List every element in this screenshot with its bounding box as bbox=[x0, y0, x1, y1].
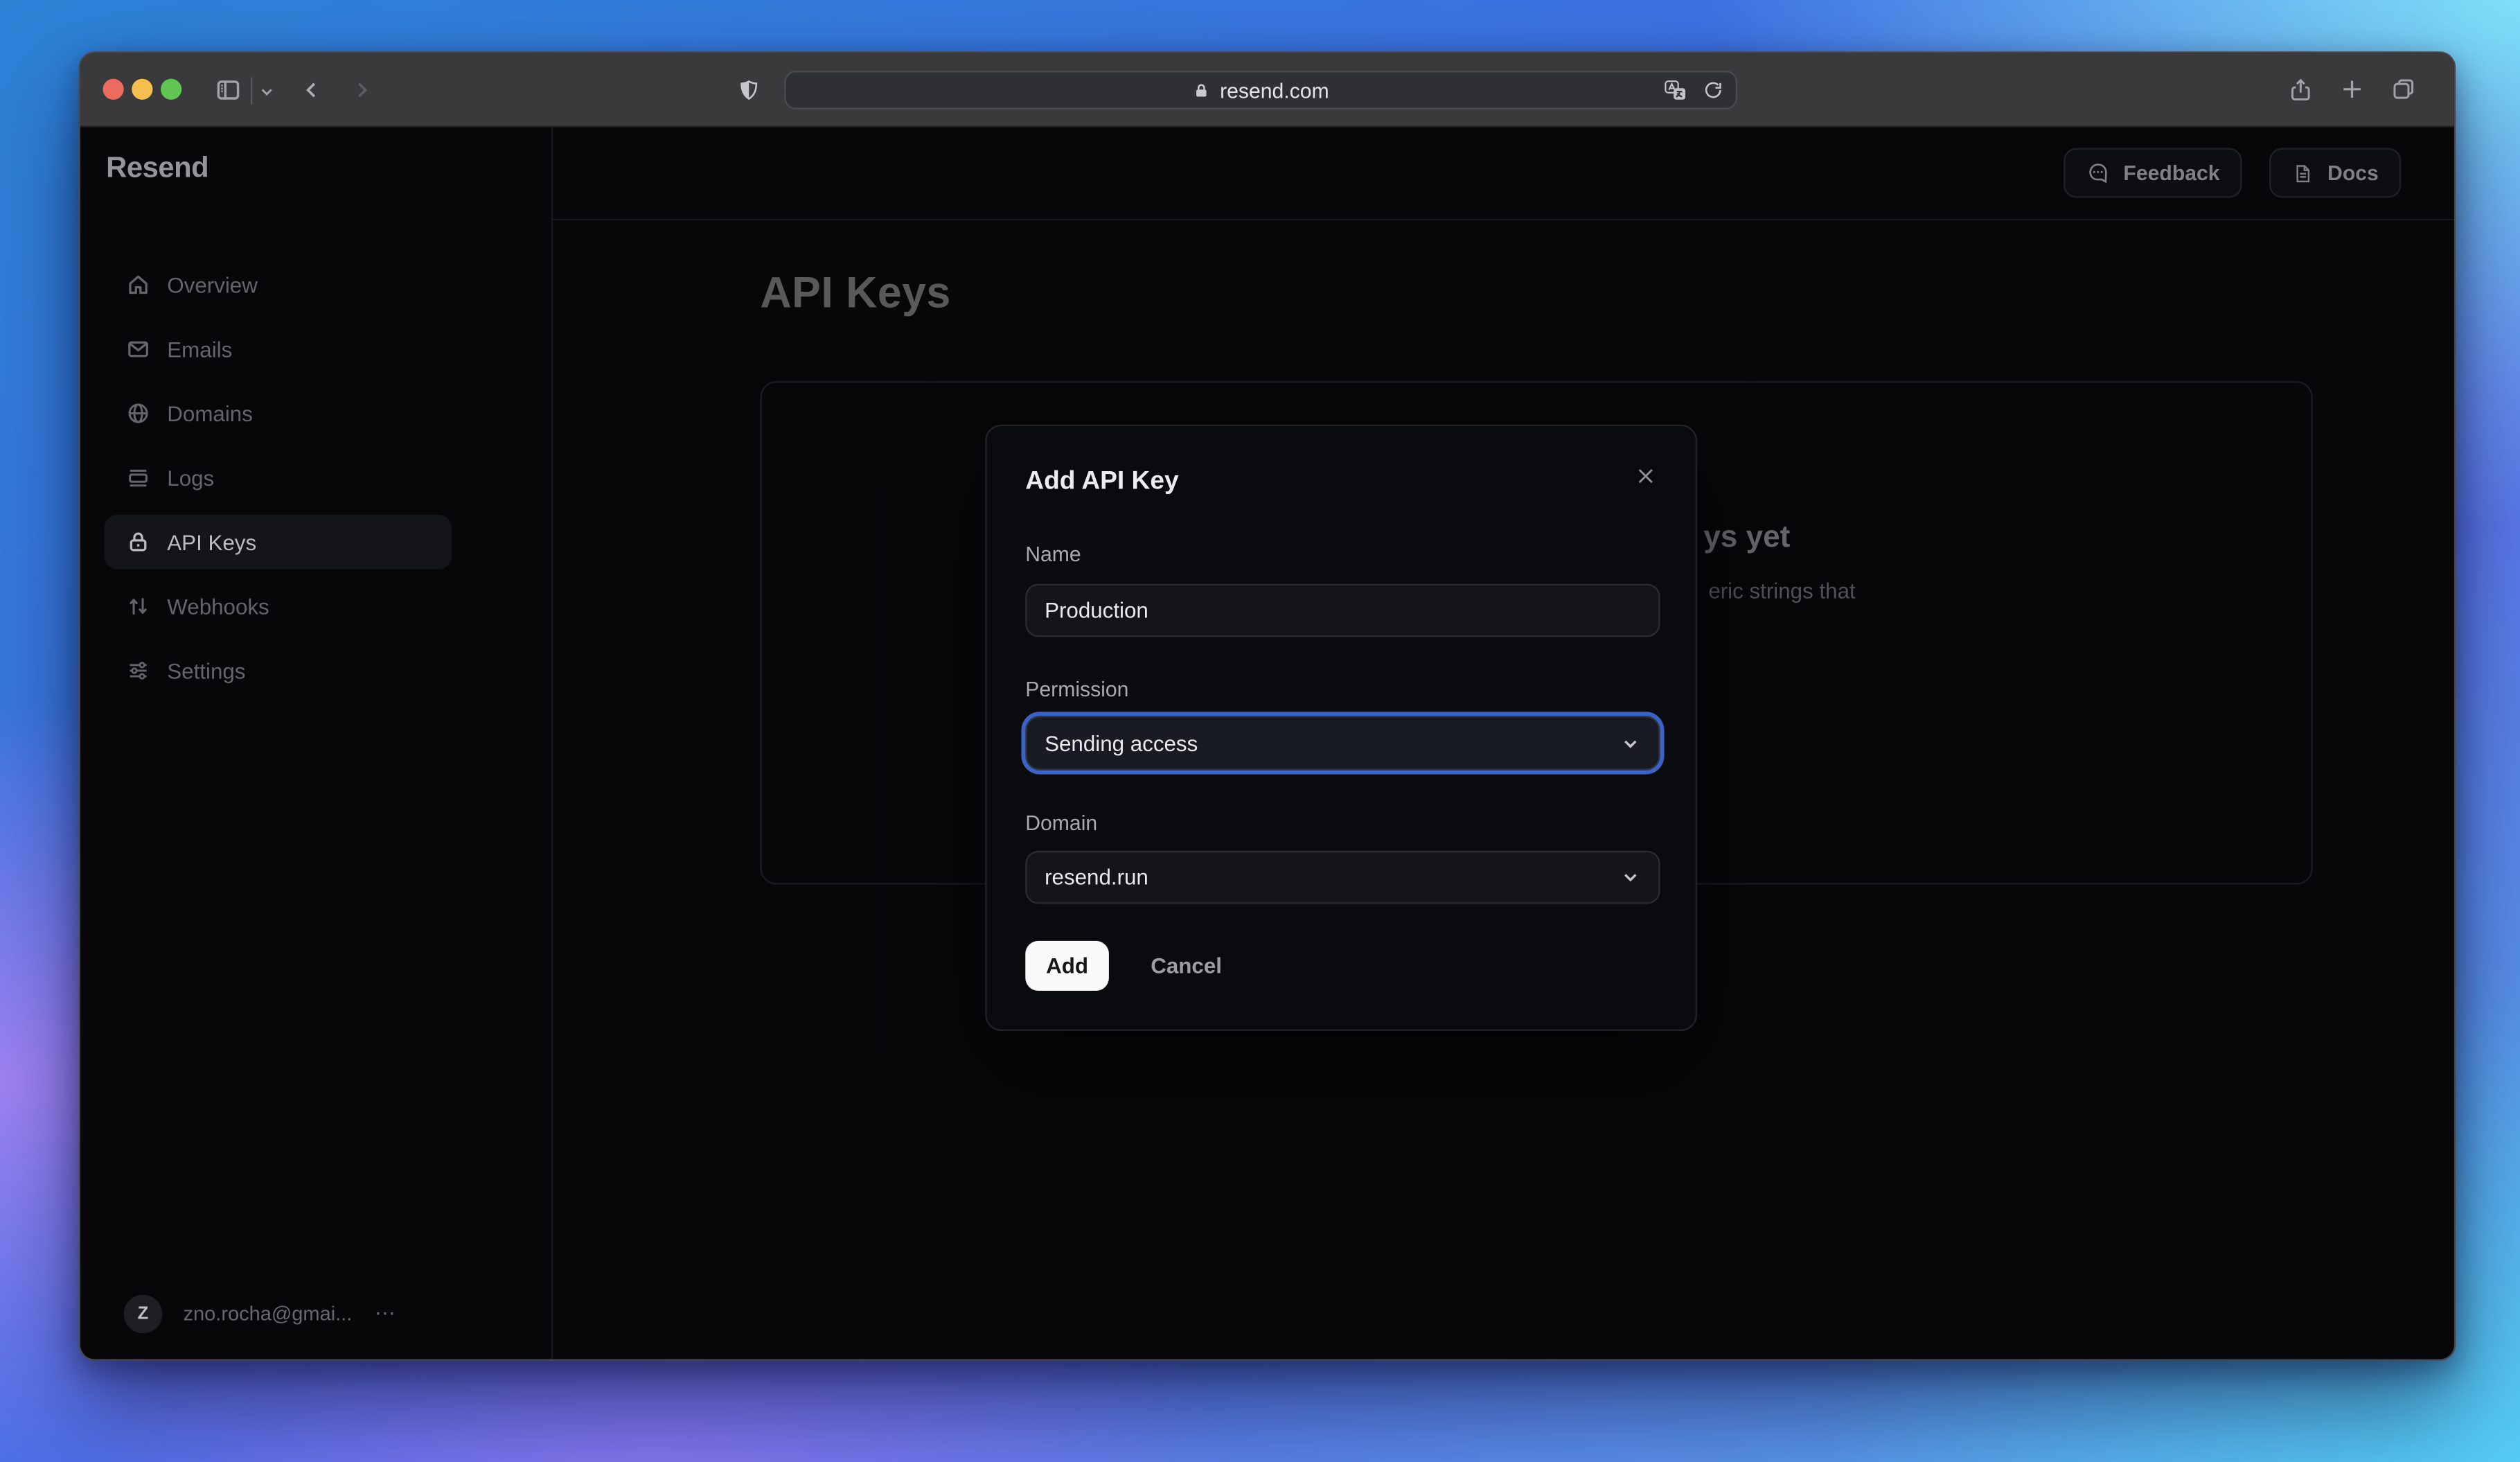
desktop-background: resend.com Resend Overview Emails Domain… bbox=[0, 0, 2520, 1462]
sidebar-item-label: Webhooks bbox=[167, 594, 269, 619]
sidebar-item-label: API Keys bbox=[167, 529, 257, 554]
url-text: resend.com bbox=[1220, 78, 1329, 103]
feedback-label: Feedback bbox=[2123, 161, 2220, 185]
domain-value: resend.run bbox=[1045, 865, 1148, 890]
avatar: Z bbox=[123, 1294, 163, 1334]
forward-icon[interactable] bbox=[351, 79, 373, 101]
sidebar-item-logs[interactable]: Logs bbox=[105, 450, 452, 505]
webhooks-icon bbox=[125, 594, 151, 619]
page-title: API Keys bbox=[760, 268, 951, 317]
sliders-icon bbox=[125, 658, 151, 683]
add-api-key-modal: Add API Key Name Permission Sending acce… bbox=[985, 424, 1698, 1031]
sidebar-item-label: Overview bbox=[167, 272, 258, 297]
back-icon[interactable] bbox=[301, 79, 323, 101]
sidebar-item-overview[interactable]: Overview bbox=[105, 257, 452, 312]
modal-title: Add API Key bbox=[1025, 468, 1179, 495]
sidebar: Resend Overview Emails Domains Logs API … bbox=[80, 127, 553, 1359]
browser-titlebar: resend.com bbox=[80, 53, 2454, 127]
sidebar-item-label: Domains bbox=[167, 401, 253, 425]
permission-select[interactable]: Sending access bbox=[1025, 715, 1660, 770]
toolbar-divider bbox=[250, 77, 253, 105]
logs-icon bbox=[125, 465, 151, 491]
mail-icon bbox=[125, 336, 151, 362]
tab-overview-icon[interactable] bbox=[2390, 76, 2417, 103]
sidebar-item-domains[interactable]: Domains bbox=[105, 386, 452, 441]
empty-state-heading-fragment: ys yet bbox=[1703, 521, 1791, 555]
share-icon[interactable] bbox=[2287, 76, 2314, 103]
privacy-shield-icon[interactable] bbox=[736, 77, 762, 103]
new-tab-icon[interactable] bbox=[2339, 76, 2366, 103]
sidebar-nav: Overview Emails Domains Logs API Keys We… bbox=[104, 257, 452, 707]
name-input[interactable] bbox=[1025, 583, 1660, 637]
permission-value: Sending access bbox=[1045, 730, 1198, 755]
chevron-down-icon[interactable] bbox=[259, 84, 275, 100]
main-header: Feedback Docs bbox=[553, 127, 2454, 221]
close-icon[interactable] bbox=[1635, 465, 1657, 487]
domain-select[interactable]: resend.run bbox=[1025, 850, 1660, 904]
tls-lock-icon bbox=[1193, 81, 1211, 99]
docs-label: Docs bbox=[2327, 161, 2379, 185]
sidebar-item-label: Settings bbox=[167, 658, 246, 683]
lock-icon bbox=[125, 529, 151, 555]
feedback-button[interactable]: Feedback bbox=[2064, 148, 2243, 198]
domain-label: Domain bbox=[1025, 810, 1098, 835]
sidebar-item-label: Logs bbox=[167, 465, 215, 490]
globe-icon bbox=[125, 400, 151, 426]
user-account-row[interactable]: Z zno.rocha@gmai... ⋯ bbox=[123, 1294, 398, 1334]
zoom-window-button[interactable] bbox=[161, 78, 182, 100]
empty-state-body-fragment: eric strings that bbox=[1708, 579, 1856, 604]
user-email: zno.rocha@gmai... bbox=[183, 1303, 353, 1326]
cancel-button[interactable]: Cancel bbox=[1141, 941, 1232, 991]
sidebar-item-emails[interactable]: Emails bbox=[105, 322, 452, 376]
sidebar-item-label: Emails bbox=[167, 337, 233, 362]
sidebar-item-api-keys[interactable]: API Keys bbox=[104, 514, 452, 570]
docs-button[interactable]: Docs bbox=[2269, 148, 2402, 198]
reload-icon[interactable] bbox=[1702, 79, 1724, 103]
sidebar-item-settings[interactable]: Settings bbox=[105, 643, 452, 698]
chevron-down-icon bbox=[1620, 867, 1641, 888]
resend-logo: Resend bbox=[106, 151, 209, 184]
sidebar-toggle-icon[interactable] bbox=[214, 76, 243, 105]
translate-icon[interactable] bbox=[1663, 79, 1687, 103]
document-icon bbox=[2292, 161, 2314, 184]
address-bar[interactable]: resend.com bbox=[784, 71, 1738, 109]
permission-label: Permission bbox=[1025, 677, 1129, 702]
user-menu-ellipsis-icon[interactable]: ⋯ bbox=[375, 1301, 397, 1327]
browser-window: resend.com Resend Overview Emails Domain… bbox=[78, 51, 2456, 1361]
feedback-bubble-icon bbox=[2086, 161, 2111, 185]
close-window-button[interactable] bbox=[103, 78, 124, 100]
name-label: Name bbox=[1025, 542, 1081, 567]
home-icon bbox=[125, 272, 151, 297]
add-button[interactable]: Add bbox=[1025, 940, 1109, 991]
chevron-down-icon bbox=[1620, 732, 1641, 753]
sidebar-item-webhooks[interactable]: Webhooks bbox=[105, 579, 452, 634]
minimize-window-button[interactable] bbox=[132, 78, 153, 100]
